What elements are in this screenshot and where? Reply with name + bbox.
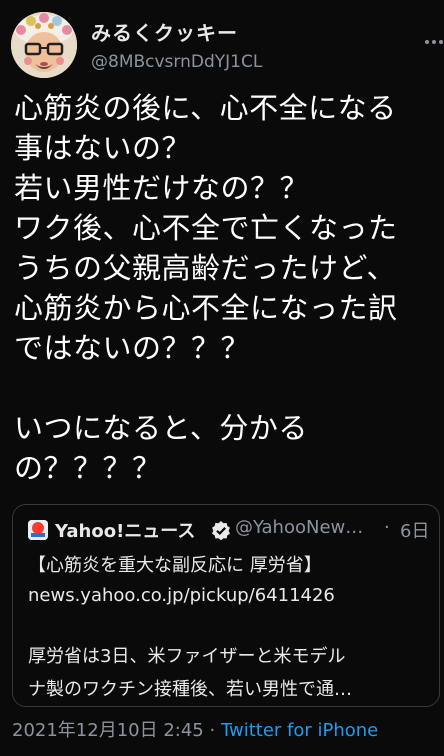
author-handle[interactable]: @8MBcvsrnDdYJ1CL	[91, 52, 262, 72]
tweet-text: 心筋炎の後に、心不全になる 事はないの？ 若い男性だけなの？？ ワク後、心不全で…	[14, 91, 398, 485]
tweet-meta: 2021年12月10日 2:45 · Twitter for iPhone	[12, 716, 442, 742]
tweet-source[interactable]: Twitter for iPhone	[221, 720, 378, 741]
quoted-tweet-card[interactable]: Yahoo!ニュース @YahooNew… · 6日 【心筋炎を重大な副反応に …	[12, 504, 440, 707]
avatar[interactable]	[11, 12, 77, 78]
tweet-timestamp[interactable]: 2021年12月10日 2:45	[12, 720, 204, 741]
more-options-icon[interactable]	[420, 30, 444, 54]
tweet-view: みるくクッキー @8MBcvsrnDdYJ1CL 心筋炎の後に、心不全になる 事…	[0, 0, 444, 756]
tweet-header: みるくクッキー @8MBcvsrnDdYJ1CL	[0, 0, 444, 88]
verified-badge-icon	[212, 521, 230, 540]
quoted-handle[interactable]: @YahooNew…	[235, 517, 363, 538]
quoted-source-name[interactable]: Yahoo!ニュース	[55, 517, 195, 543]
quoted-separator: ·	[384, 517, 390, 538]
meta-separator: ·	[209, 720, 216, 741]
author-display-name[interactable]: みるくクッキー	[91, 17, 238, 46]
quoted-link[interactable]: news.yahoo.co.jp/pickup/6411426	[28, 585, 428, 606]
yahoo-news-icon	[28, 520, 48, 540]
quoted-body-line-1: 厚労省は3日、米ファイザーと米モデル	[28, 646, 346, 667]
quoted-headline: 【心筋炎を重大な副反応に 厚労省】	[28, 555, 322, 576]
quoted-tweet-header: Yahoo!ニュース @YahooNew… · 6日	[28, 515, 429, 545]
quoted-body-line-2: ナ製のワクチン接種後、若い男性で通…	[28, 679, 352, 700]
quoted-date[interactable]: 6日	[400, 517, 429, 543]
